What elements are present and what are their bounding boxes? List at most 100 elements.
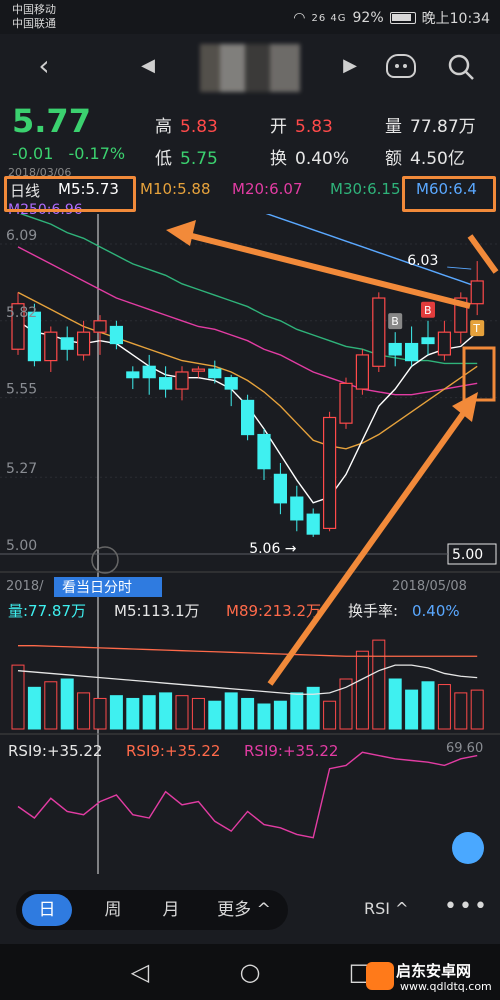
volume-bar [27, 686, 41, 730]
candle-body [224, 377, 238, 390]
candle-body [208, 368, 222, 379]
turnover-value: 0.40% [295, 149, 350, 169]
volume-bar [93, 697, 107, 730]
more-options-icon[interactable]: ••• [444, 894, 489, 919]
y-tick-label: 5.82 [6, 305, 37, 321]
previous-stock-icon[interactable]: ◀ [130, 48, 166, 84]
high-value: 5.83 [180, 117, 218, 137]
volume-bar [290, 692, 304, 730]
annotation-box-ma5 [4, 176, 136, 212]
candle-body [437, 331, 451, 356]
quote-header: 5.77 -0.01 -0.17% 高 5.83 低 5.75 开 5.83 换 0.4… [0, 100, 500, 170]
candle-body [339, 382, 353, 424]
price-change-pct: -0.17% [68, 144, 126, 163]
watermark-name: 启东安卓网 [396, 962, 472, 980]
open-value: 5.83 [295, 117, 333, 137]
volume-bar [142, 695, 156, 730]
candle-body [76, 331, 91, 356]
candle-body [470, 280, 484, 305]
volume-bar [454, 692, 468, 730]
period-day-button[interactable]: 日 [22, 894, 72, 926]
candle-body [109, 325, 124, 345]
period-switcher: 日 周 月 更多 ^ [16, 890, 288, 930]
back-icon[interactable]: ‹ [26, 48, 62, 84]
volume-bar [405, 689, 419, 730]
candle-body [126, 371, 140, 379]
y-tick-label: 6.09 [6, 228, 37, 244]
turnover-rate-label: 换手率: [348, 602, 398, 620]
candle-body [372, 297, 386, 367]
high-marker-pointer [447, 266, 472, 270]
intraday-button-label: 看当日分时 [62, 580, 132, 596]
rsi-label-3: RSI9:+35.22 [244, 742, 338, 760]
next-stock-icon[interactable]: ▶ [332, 48, 368, 84]
clock: 晚上10:34 [421, 11, 490, 27]
volume-bar [339, 678, 353, 730]
kline-chart[interactable]: 6.09 5.82 5.55 5.27 5.00 6.03 5.06 → B B T 5.00 201… [0, 214, 500, 874]
current-price-tag-text: 5.00 [452, 547, 483, 563]
stock-name [200, 44, 300, 92]
low-label: 低 [155, 149, 172, 169]
candle-body [323, 416, 337, 530]
search-icon[interactable] [446, 52, 476, 82]
annotation-arrowhead-top [166, 220, 196, 246]
candle-body [290, 496, 304, 521]
candle-body [306, 513, 320, 535]
volume-bar [257, 703, 271, 730]
candle-body [355, 354, 369, 390]
robot-assistant-icon[interactable] [386, 54, 416, 78]
period-more-button[interactable]: 更多 ^ [206, 894, 282, 926]
volume-bar [355, 650, 369, 730]
y-tick-label: 5.00 [6, 538, 37, 554]
watermark-logo [366, 962, 394, 990]
trade-marker-text: B [424, 304, 432, 317]
candle-body [44, 331, 58, 362]
volume-ma89-line [18, 645, 478, 657]
trade-marker-text: B [391, 315, 399, 328]
volume-bar [77, 692, 91, 730]
watermark: 启东安卓网 www.qdldtq.com [360, 960, 500, 1000]
back-triangle-icon[interactable]: ◁ [124, 956, 156, 988]
zoom-icon [91, 546, 119, 574]
trade-marker-text: T [472, 322, 480, 335]
annotation-arrow-right [467, 234, 499, 274]
volume-bar [273, 700, 287, 730]
rsi-label-1: RSI9:+35.22 [8, 742, 102, 760]
candle-body [191, 368, 205, 372]
volume-label: 量 [385, 117, 402, 137]
bottom-toolbar: 日 周 月 更多 ^ RSI ^ ••• [0, 876, 500, 944]
date-left-label: 2018/ [6, 579, 44, 594]
volume-bar [437, 684, 451, 730]
home-circle-icon[interactable]: ○ [234, 956, 266, 988]
candle-body [273, 473, 287, 504]
carrier-1: 中国移动 [12, 3, 56, 16]
signal-icon: 26 4G [311, 12, 347, 24]
volume-bar [60, 678, 74, 730]
annotation-box-t-marker [462, 346, 496, 402]
candle-body [175, 371, 189, 390]
amount-value: 4.50亿 [410, 149, 465, 169]
volume-bar [126, 697, 140, 730]
ma10-label: M10:5.88 [140, 180, 211, 198]
status-bar: 中国移动 中国联通 ◠ 26 4G 92% 晚上10:34 [0, 0, 500, 34]
period-month-button[interactable]: 月 [146, 894, 196, 926]
period-week-button[interactable]: 周 [88, 894, 138, 926]
candle-body [421, 337, 435, 345]
last-price: 5.77 [12, 102, 91, 140]
turnover-label: 换 [270, 149, 287, 169]
ma20-label: M20:6.07 [232, 180, 303, 198]
candle-body [241, 399, 255, 436]
volume-m89-label: M89:213.2万 [226, 602, 321, 620]
y-tick-label: 5.55 [6, 382, 37, 398]
volume-label: 量:77.87万 [8, 602, 86, 620]
volume-bar [241, 697, 255, 730]
candle-body [405, 342, 419, 362]
indicator-select-button[interactable]: RSI ^ [364, 899, 408, 918]
lightbulb-icon [452, 832, 484, 864]
volume-bar [11, 664, 25, 730]
battery-icon [389, 12, 416, 24]
volume-bar [323, 700, 337, 730]
rsi-label-2: RSI9:+35.22 [126, 742, 220, 760]
volume-bar [470, 689, 484, 730]
y-tick-label: 5.27 [6, 461, 37, 477]
